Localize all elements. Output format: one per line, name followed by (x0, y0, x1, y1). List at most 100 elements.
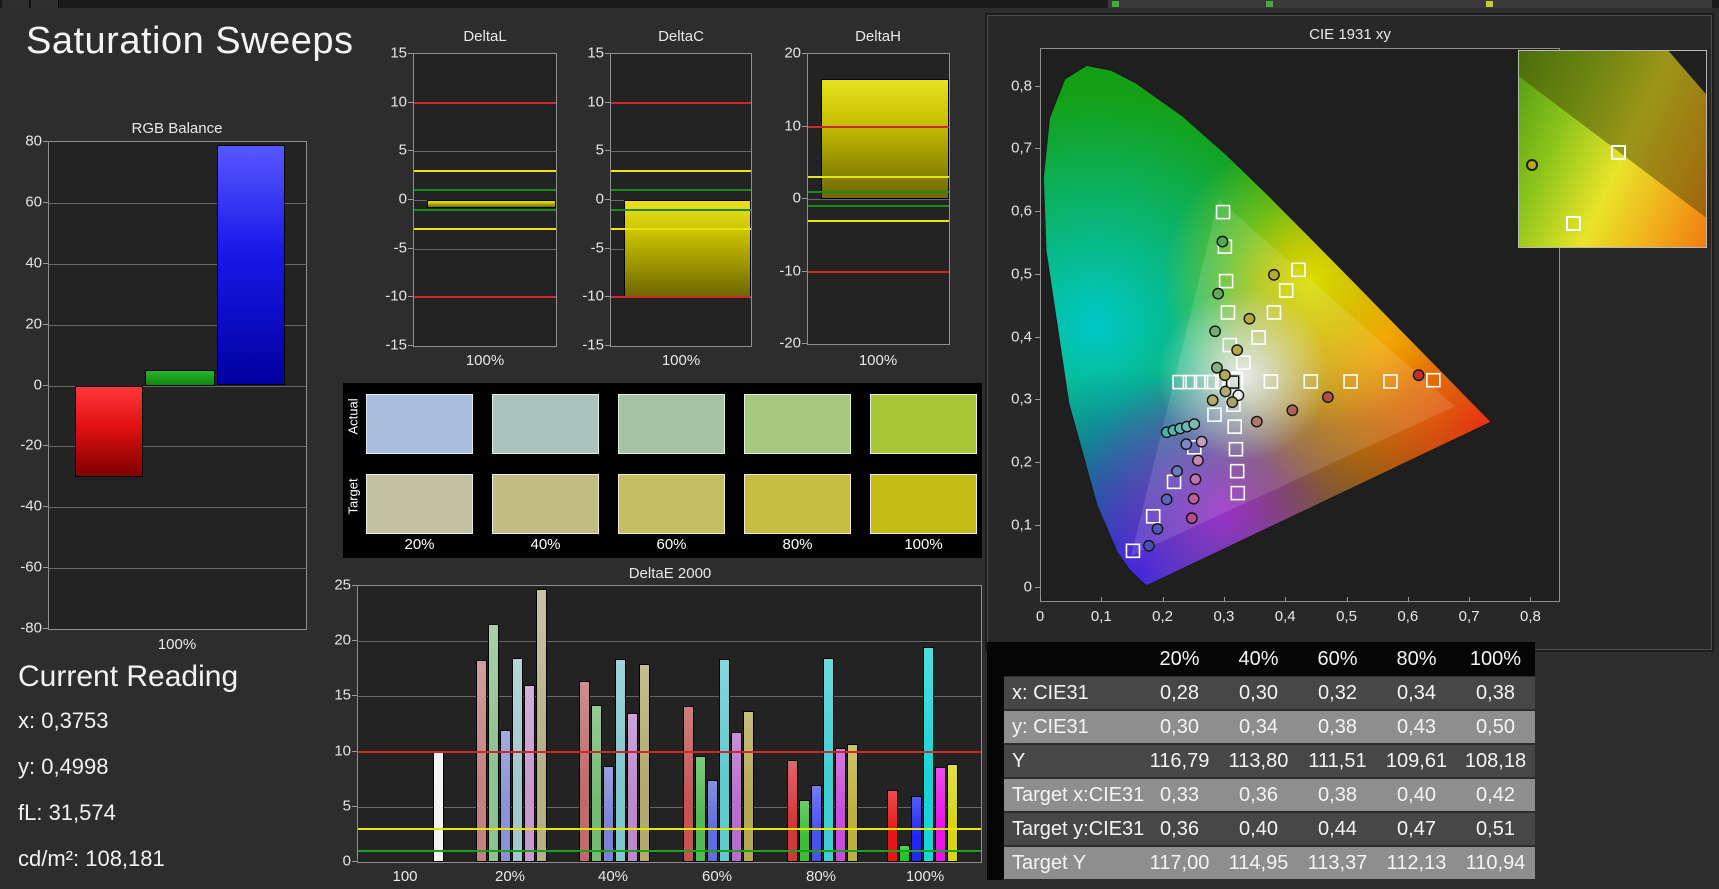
yellow-limit-line (414, 169, 556, 172)
table-cell: 109,61 (1385, 749, 1448, 772)
cie-y-tick-label: 0,4 (1011, 328, 1032, 346)
actual-target-swatch-panel: Actual Target 20% 40% 60% 80% 100% (343, 383, 982, 558)
table-header-cell: 40% (1238, 647, 1279, 670)
y-tick-mark (802, 198, 807, 199)
delta-e-bar (578, 680, 590, 862)
measured-dot (1243, 312, 1256, 325)
table-row: x: CIE31 0,28 0,30 0,32 0,34 0,38 (987, 676, 1535, 710)
y-tick-mark (43, 384, 48, 386)
delta-e-bar (798, 800, 810, 862)
table-cell: 0,42 (1476, 783, 1515, 806)
y-tick-mark (408, 101, 413, 103)
swatch-target-80% (744, 474, 851, 534)
y-tick-label: 0 (398, 190, 407, 208)
y-tick-mark (408, 247, 413, 249)
measured-dot (1412, 369, 1425, 382)
table-cell: 0,40 (1397, 783, 1436, 806)
y-tick-label: -20 (779, 334, 801, 352)
measured-dot (1219, 385, 1232, 398)
cie-y-tick-label: 0,7 (1011, 139, 1032, 157)
table-row-strip (987, 676, 1004, 710)
gridline (414, 151, 556, 153)
table-cell: 0,43 (1397, 715, 1436, 738)
green-limit-line (414, 189, 556, 192)
table-cell: 0,34 (1239, 715, 1278, 738)
yellow-limit-line (414, 228, 556, 231)
y-tick-mark (43, 506, 48, 508)
delta-e-chart (357, 585, 982, 863)
yellow-limit-line (611, 228, 751, 231)
top-tab-chip (31, 0, 59, 8)
cie-x-tick-mark (1407, 597, 1409, 602)
delta-e-group-label: 80% (805, 868, 837, 885)
red-limit-line (611, 296, 751, 299)
table-row-bg: Target Y 117,00 114,95 113,37 112,13 110,94 (1004, 847, 1535, 879)
delta-e-bar (475, 659, 487, 862)
cie-x-tick-mark (1285, 597, 1287, 602)
delta-e-group-label: 20% (494, 868, 526, 885)
cie-y-tick-mark (1035, 336, 1040, 338)
rgb-balance-chart (48, 141, 307, 630)
green-limit-line (808, 205, 949, 208)
red-limit-line (358, 750, 981, 753)
measured-dot (1250, 415, 1263, 428)
y-tick-label: -5 (590, 239, 604, 257)
y-tick-label: -10 (385, 287, 407, 305)
delta-e-bar (499, 729, 511, 862)
table-header-cell: 60% (1317, 647, 1358, 670)
y-tick-label: 15 (334, 686, 351, 704)
table-cell: 0,36 (1160, 817, 1199, 840)
measurement-table: 20% 40% 60% 80% 100% x: CIE31 0,28 0,30 0,32 0,34… (987, 642, 1535, 880)
y-tick-mark (43, 445, 48, 447)
cie-y-tick-mark (1035, 273, 1040, 275)
delta-e-bar (846, 743, 858, 862)
cie-title: CIE 1931 xy (1309, 26, 1391, 43)
delta-l-xlabel: 100% (465, 352, 505, 369)
delta-bar (427, 200, 556, 208)
green-limit-line (414, 208, 556, 211)
delta-e-bar (626, 712, 638, 862)
table-cell: 0,38 (1318, 715, 1357, 738)
y-tick-mark (43, 567, 48, 569)
y-tick-mark (352, 695, 357, 697)
swatch-actual-80% (744, 394, 851, 454)
cie-y-tick-label: 0,8 (1011, 77, 1032, 95)
red-limit-line (414, 101, 556, 104)
top-tab-mark (1112, 1, 1119, 7)
measured-dot (1187, 492, 1200, 505)
delta-e-bar (786, 760, 798, 862)
current-reading-x: x: 0,3753 (18, 708, 109, 733)
y-tick-mark (43, 628, 48, 629)
inset-target-square (1565, 215, 1581, 231)
delta-e-title: DeltaE 2000 (628, 565, 712, 582)
cie-y-tick-label: 0 (1023, 578, 1032, 596)
delta-e-bar (718, 658, 730, 862)
gridline (49, 507, 306, 509)
delta-e-group-label: 40% (597, 868, 629, 885)
table-cell: 0,30 (1160, 715, 1199, 738)
table-header-cell: 80% (1396, 647, 1437, 670)
table-row-bg: Target x:CIE31 0,33 0,36 0,38 0,40 0,42 (1004, 779, 1535, 811)
table-cell: 0,33 (1160, 783, 1199, 806)
y-tick-mark (408, 296, 413, 298)
table-header-cell: 20% (1159, 647, 1200, 670)
y-tick-label: 0 (33, 376, 42, 393)
measured-dot (1211, 361, 1223, 374)
y-tick-mark (605, 53, 610, 54)
calibration-report: Saturation Sweeps RGB Balance 100% Delta… (0, 0, 1719, 889)
delta-l-chart (413, 53, 557, 347)
y-tick-label: -10 (582, 287, 604, 305)
swatch-col-label: 20% (404, 536, 435, 553)
delta-e-bar (822, 657, 834, 862)
y-tick-label: 25 (334, 576, 351, 594)
table-cell: 110,94 (1465, 851, 1526, 874)
gridline (808, 199, 949, 200)
measured-dot (1212, 287, 1225, 300)
delta-e-bar (590, 705, 602, 862)
y-tick-label: 15 (587, 44, 604, 62)
cie-y-tick-mark (1035, 85, 1040, 87)
cie-y-tick-mark (1035, 524, 1040, 526)
cie-x-tick-label: 0,8 (1519, 608, 1541, 625)
y-tick-mark (605, 296, 610, 298)
inset-measured-dot (1526, 158, 1539, 171)
